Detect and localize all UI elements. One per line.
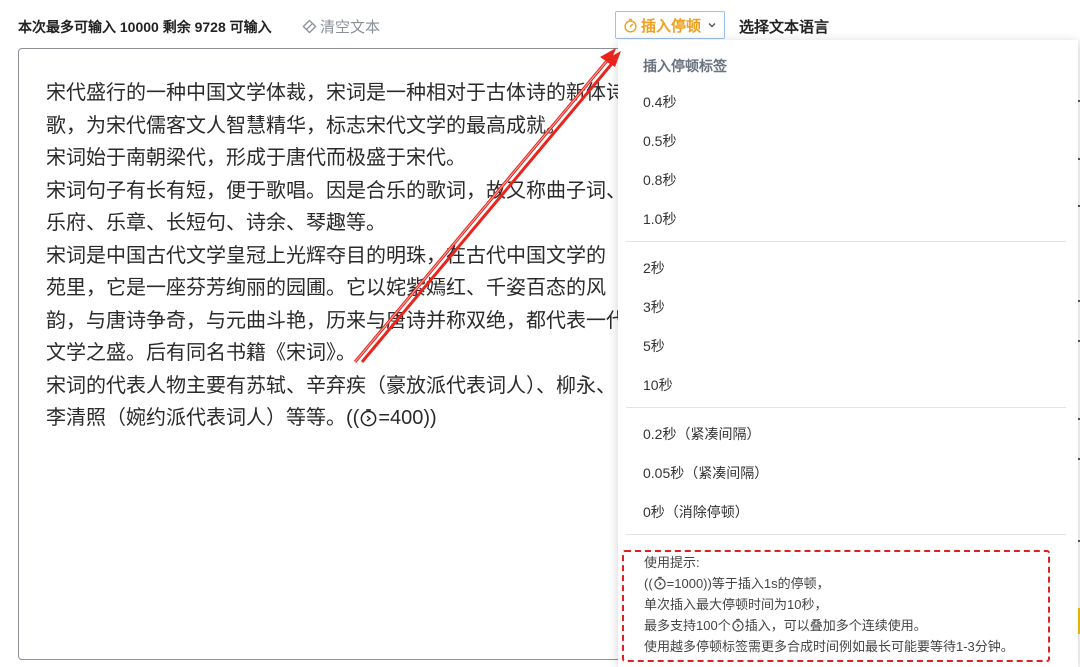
dropdown-header: 插入停顿标签 bbox=[643, 58, 727, 74]
eraser-icon bbox=[302, 19, 317, 34]
editor-line: 文学之盛。后有同名书籍《宋词》。 bbox=[46, 342, 356, 364]
pause-option-2s[interactable]: 2秒 bbox=[643, 258, 665, 278]
tips-line-2: 单次插入最大停顿时间为10秒， bbox=[644, 597, 828, 612]
tips-line-1: (( =1000))等于插入1s的停顿， bbox=[644, 573, 830, 592]
pause-tag-value: =400)) bbox=[378, 407, 437, 429]
pause-tag-icon[interactable] bbox=[359, 408, 378, 427]
editor-line: 苑里，它是一座芬芳绚丽的园圃。它以姹紫嫣红、千姿百态的风 bbox=[46, 277, 606, 299]
editor-line-text: 李清照（婉约派代表词人）等等。(( bbox=[46, 407, 360, 429]
pause-option-0.5s[interactable]: 0.5秒 bbox=[643, 131, 676, 151]
editor-line-last: 李清照（婉约派代表词人）等等。(( =400)) bbox=[46, 402, 636, 435]
tips-line-4: 使用越多停顿标签需更多合成时间例如最长可能要等待1-3分钟。 bbox=[644, 639, 1014, 654]
insert-pause-label: 插入停顿 bbox=[640, 17, 701, 35]
clear-text-button[interactable]: 清空文本 bbox=[302, 16, 380, 37]
tips-line-1-prefix: (( bbox=[644, 576, 653, 591]
pause-option-10s[interactable]: 10秒 bbox=[643, 375, 673, 395]
select-language-button[interactable]: 选择文本语言 bbox=[739, 16, 829, 37]
pause-option-0s-remove[interactable]: 0秒（消除停顿） bbox=[643, 502, 749, 522]
editor-line: 宋词始于南朝梁代，形成于唐代而极盛于宋代。 bbox=[46, 147, 466, 169]
editor-line: 宋代盛行的一种中国文学体裁，宋词是一种相对于古体诗的新体诗 bbox=[46, 82, 626, 104]
editor-line: 乐府、乐章、长短句、诗余、琴趣等。 bbox=[46, 212, 386, 234]
pause-option-3s[interactable]: 3秒 bbox=[643, 297, 665, 317]
stopwatch-icon bbox=[624, 18, 637, 33]
dropdown-divider bbox=[626, 407, 1066, 408]
pause-option-0.2s-compact[interactable]: 0.2秒（紧凑间隔） bbox=[643, 424, 760, 444]
tips-line-3: 最多支持100个 插入，可以叠加多个连续使用。 bbox=[644, 615, 927, 634]
clear-text-label: 清空文本 bbox=[320, 19, 381, 36]
dropdown-divider bbox=[626, 534, 1066, 535]
char-counter: 本次最多可输入 10000 剩余 9728 可输入 bbox=[18, 19, 272, 35]
editor-line: 宋词的代表人物主要有苏轼、辛弃疾（豪放派代表词人）、柳永、 bbox=[46, 374, 616, 397]
insert-pause-button[interactable]: 插入停顿 bbox=[615, 11, 725, 39]
stopwatch-icon bbox=[654, 576, 666, 590]
tips-line-1-suffix: =1000))等于插入1s的停顿， bbox=[666, 576, 830, 591]
tips-line-3-prefix: 最多支持100个 bbox=[644, 618, 731, 633]
pause-option-0.05s-compact[interactable]: 0.05秒（紧凑间隔） bbox=[643, 463, 768, 483]
pause-option-1.0s[interactable]: 1.0秒 bbox=[643, 209, 676, 229]
editor-line: 韵，与唐诗争奇，与元曲斗艳，历来与唐诗并称双绝，都代表一代 bbox=[46, 309, 626, 332]
pause-option-5s[interactable]: 5秒 bbox=[643, 336, 665, 356]
insert-pause-dropdown: 插入停顿标签 0.4秒 0.5秒 0.8秒 1.0秒 2秒 3秒 5秒 10秒 … bbox=[618, 40, 1078, 667]
tips-title: 使用提示: bbox=[644, 555, 700, 570]
editor-content[interactable]: 宋代盛行的一种中国文学体裁，宋词是一种相对于古体诗的新体诗 歌，为宋代儒客文人智… bbox=[46, 77, 636, 435]
stopwatch-icon bbox=[732, 618, 744, 632]
text-editor[interactable]: 宋代盛行的一种中国文学体裁，宋词是一种相对于古体诗的新体诗 歌，为宋代儒客文人智… bbox=[18, 48, 718, 660]
editor-line: 宋词是中国古代文学皇冠上光辉夺目的明珠，在古代中国文学的 bbox=[46, 244, 606, 267]
pause-option-0.8s[interactable]: 0.8秒 bbox=[643, 170, 676, 190]
chevron-down-icon bbox=[708, 23, 716, 28]
tips-line-3-suffix: 插入，可以叠加多个连续使用。 bbox=[744, 618, 927, 633]
dropdown-divider bbox=[626, 241, 1066, 242]
editor-line: 歌，为宋代儒客文人智慧精华，标志宋代文学的最高成就。 bbox=[46, 114, 566, 137]
pause-option-0.4s[interactable]: 0.4秒 bbox=[643, 92, 676, 112]
editor-line: 宋词句子有长有短，便于歌唱。因是合乐的歌词，故又称曲子词、 bbox=[46, 179, 626, 202]
